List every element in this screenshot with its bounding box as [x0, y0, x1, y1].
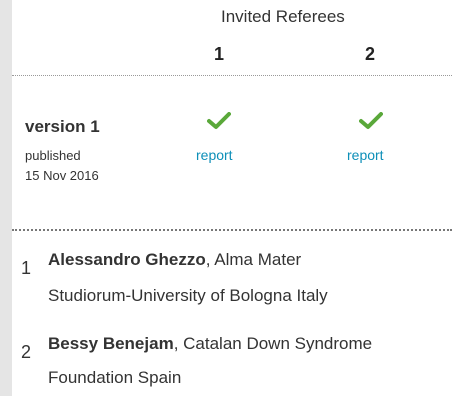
report-link-referee-2[interactable]: report — [347, 147, 384, 163]
referee-2-line1: Bessy Benejam, Catalan Down Syndrome — [48, 334, 372, 354]
referee-number-1: 1 — [21, 258, 32, 278]
check-icon — [359, 112, 383, 129]
check-icon — [207, 112, 231, 129]
referee-column-1: 1 — [214, 44, 225, 64]
header-divider — [12, 75, 452, 76]
version-label: version 1 — [25, 117, 100, 136]
referee-2-name: Bessy Benejam — [48, 334, 174, 353]
referee-1-affiliation-part2: Studiorum-University of Bologna Italy — [48, 286, 328, 305]
invited-referees-heading: Invited Referees — [221, 7, 345, 26]
referee-1-line1: Alessandro Ghezzo, Alma Mater — [48, 250, 301, 270]
referee-column-2: 2 — [365, 44, 376, 64]
referee-2-affiliation-part2: Foundation Spain — [48, 368, 182, 387]
report-link-referee-1[interactable]: report — [196, 147, 233, 163]
referee-2-affiliation-part1: , Catalan Down Syndrome — [173, 334, 373, 353]
section-divider — [12, 229, 452, 231]
published-date: 15 Nov 2016 — [25, 168, 99, 183]
referee-1-name: Alessandro Ghezzo — [48, 250, 206, 269]
referee-number-2: 2 — [21, 342, 32, 362]
published-label: published — [25, 148, 81, 163]
side-stripe — [0, 0, 12, 396]
referee-1-affiliation-part1: , Alma Mater — [205, 250, 302, 269]
